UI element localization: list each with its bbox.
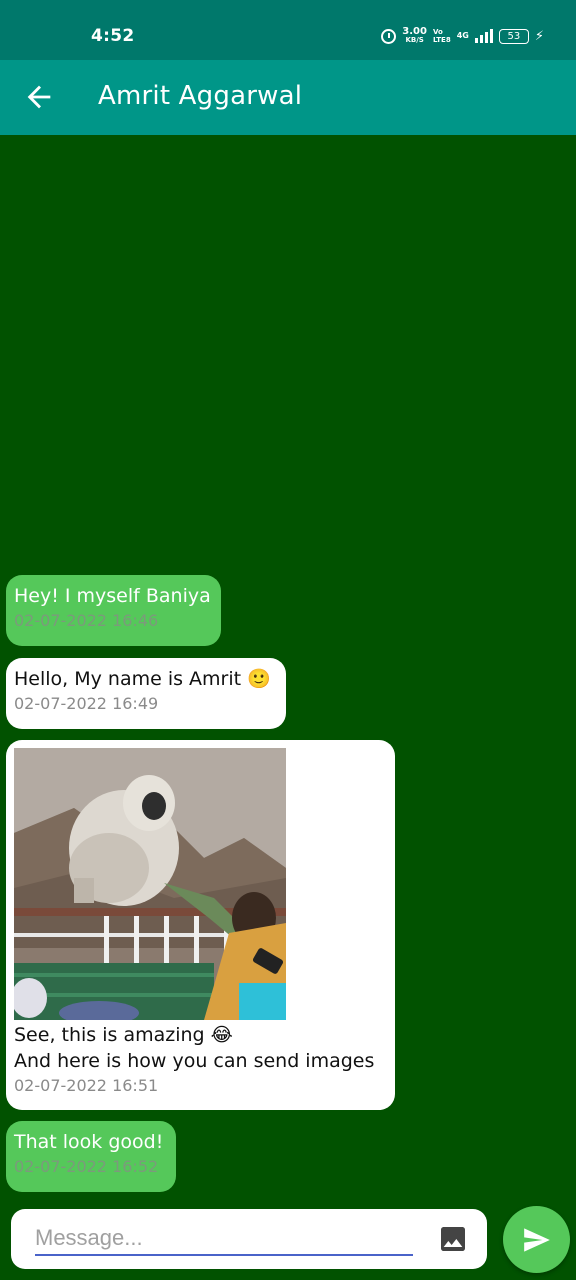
volte-top: Vo <box>432 28 443 36</box>
message-timestamp: 02-07-2022 16:51 <box>14 1076 159 1095</box>
battery-level: 53 <box>507 30 521 42</box>
message-timestamp: 02-07-2022 16:46 <box>14 611 159 630</box>
battery-icon: 53 <box>498 28 529 44</box>
message-bubble-received[interactable]: Hello, My name is Amrit 🙂 02-07-2022 16:… <box>6 658 286 729</box>
image-icon <box>441 1227 465 1251</box>
attach-image-button[interactable] <box>437 1223 469 1255</box>
message-text: Hey! I myself Baniya <box>14 585 211 607</box>
status-bar: 4:52 3.00 KB/S Vo LTE8 4G 53 ⚡ <box>0 0 576 60</box>
send-icon <box>524 1228 550 1252</box>
message-image[interactable] <box>14 748 286 1020</box>
network-speed-unit: KB/S <box>405 36 424 44</box>
app-bar: Amrit Aggarwal <box>0 60 576 135</box>
message-text: That look good! <box>14 1131 164 1153</box>
message-bubble-received-image[interactable]: See, this is amazing 😂 And here is how y… <box>6 740 395 1110</box>
message-timestamp: 02-07-2022 16:49 <box>14 694 159 713</box>
send-button[interactable] <box>503 1206 570 1273</box>
network-speed: 3.00 KB/S <box>402 27 427 45</box>
message-composer <box>11 1209 487 1269</box>
chat-title: Amrit Aggarwal <box>98 81 303 111</box>
network-speed-value: 3.00 <box>402 26 427 37</box>
message-input[interactable] <box>35 1222 413 1256</box>
status-time: 4:52 <box>91 26 135 46</box>
volte-bottom: LTE8 <box>432 36 451 44</box>
message-bubble-sent[interactable]: That look good! 02-07-2022 16:52 <box>6 1121 176 1192</box>
message-bubble-sent[interactable]: Hey! I myself Baniya 02-07-2022 16:46 <box>6 575 221 646</box>
message-text: See, this is amazing 😂 And here is how y… <box>14 1024 375 1072</box>
charging-icon: ⚡ <box>534 28 544 44</box>
back-button[interactable] <box>22 80 56 114</box>
arrow-left-icon <box>27 85 51 109</box>
alarm-icon <box>381 28 397 44</box>
signal-icon <box>474 29 493 43</box>
status-icons: 3.00 KB/S Vo LTE8 4G 53 ⚡ <box>381 27 544 45</box>
volte-indicator: Vo LTE8 <box>433 28 451 44</box>
message-timestamp: 02-07-2022 16:52 <box>14 1157 159 1176</box>
message-text: Hello, My name is Amrit 🙂 <box>14 668 271 690</box>
network-type: 4G <box>456 31 469 40</box>
